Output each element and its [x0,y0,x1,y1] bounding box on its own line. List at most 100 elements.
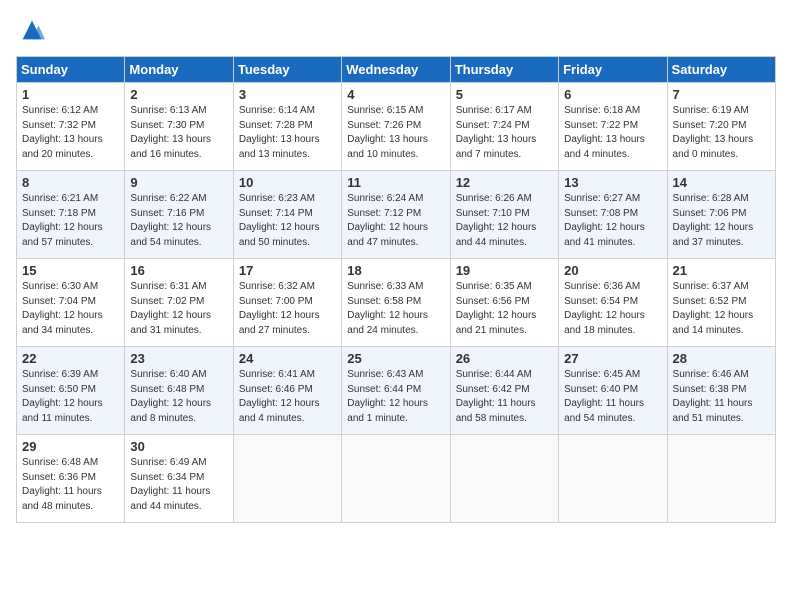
calendar-week-row: 29Sunrise: 6:48 AMSunset: 6:36 PMDayligh… [17,435,776,523]
day-info: Sunrise: 6:35 AMSunset: 6:56 PMDaylight:… [456,280,553,338]
calendar-cell: 19 Sunrise: 6:35 AMSunset: 6:56 PMDayligh… [450,259,558,347]
weekday-header: Thursday [450,57,558,83]
main-container: SundayMondayTuesdayWednesdayThursdayFrid… [0,0,792,531]
weekday-header: Wednesday [342,57,450,83]
day-info: Sunrise: 6:13 AMSunset: 7:30 PMDaylight:… [130,104,227,162]
calendar-week-row: 1 Sunrise: 6:12 AMSunset: 7:32 PMDaylight… [17,83,776,171]
calendar-cell: 7 Sunrise: 6:19 AMSunset: 7:20 PMDaylight… [667,83,775,171]
calendar-cell: 5Sunrise: 6:17 AMSunset: 7:24 PMDaylight… [450,83,558,171]
calendar-cell: 17 Sunrise: 6:32 AMSunset: 7:00 PMDayligh… [233,259,341,347]
weekday-header: Monday [125,57,233,83]
day-info: Sunrise: 6:40 AMSunset: 6:48 PMDaylight:… [130,368,227,426]
day-info: Sunrise: 6:33 AMSunset: 6:58 PMDaylight:… [347,280,444,338]
calendar-cell: 13Sunrise: 6:27 AMSunset: 7:08 PMDayligh… [559,171,667,259]
day-info: Sunrise: 6:15 AMSunset: 7:26 PMDaylight:… [347,104,444,162]
day-info: Sunrise: 6:43 AMSunset: 6:44 PMDaylight:… [347,368,444,426]
calendar-week-row: 15Sunrise: 6:30 AMSunset: 7:04 PMDayligh… [17,259,776,347]
day-info: Sunrise: 6:19 AMSunset: 7:20 PMDaylight:… [673,104,770,162]
day-info: Sunrise: 6:41 AMSunset: 6:46 PMDaylight:… [239,368,336,426]
day-info: Sunrise: 6:31 AMSunset: 7:02 PMDaylight:… [130,280,227,338]
day-number: 11 [347,175,444,190]
calendar-cell: 30 Sunrise: 6:49 AMSunset: 6:34 PMDayligh… [125,435,233,523]
calendar-cell: 14 Sunrise: 6:28 AMSunset: 7:06 PMDayligh… [667,171,775,259]
logo-icon [18,16,46,44]
day-info: Sunrise: 6:46 AMSunset: 6:38 PMDaylight:… [673,368,770,426]
day-number: 3 [239,87,336,102]
calendar-cell: 28 Sunrise: 6:46 AMSunset: 6:38 PMDayligh… [667,347,775,435]
calendar-cell: 16 Sunrise: 6:31 AMSunset: 7:02 PMDayligh… [125,259,233,347]
calendar-cell: 11 Sunrise: 6:24 AMSunset: 7:12 PMDayligh… [342,171,450,259]
calendar-cell [559,435,667,523]
weekday-header: Saturday [667,57,775,83]
day-info: Sunrise: 6:24 AMSunset: 7:12 PMDaylight:… [347,192,444,250]
header [16,16,776,44]
weekday-header: Tuesday [233,57,341,83]
calendar-cell: 25 Sunrise: 6:43 AMSunset: 6:44 PMDayligh… [342,347,450,435]
calendar-cell: 18 Sunrise: 6:33 AMSunset: 6:58 PMDayligh… [342,259,450,347]
day-info: Sunrise: 6:30 AMSunset: 7:04 PMDaylight:… [22,280,119,338]
calendar-cell: 4Sunrise: 6:15 AMSunset: 7:26 PMDaylight… [342,83,450,171]
calendar-week-row: 22 Sunrise: 6:39 AMSunset: 6:50 PMDayligh… [17,347,776,435]
day-number: 7 [673,87,770,102]
calendar-cell: 3 Sunrise: 6:14 AMSunset: 7:28 PMDaylight… [233,83,341,171]
day-info: Sunrise: 6:37 AMSunset: 6:52 PMDaylight:… [673,280,770,338]
day-info: Sunrise: 6:49 AMSunset: 6:34 PMDaylight:… [130,456,227,514]
calendar-cell: 12 Sunrise: 6:26 AMSunset: 7:10 PMDayligh… [450,171,558,259]
calendar-cell: 20Sunrise: 6:36 AMSunset: 6:54 PMDayligh… [559,259,667,347]
calendar-cell: 21 Sunrise: 6:37 AMSunset: 6:52 PMDayligh… [667,259,775,347]
calendar-cell: 6Sunrise: 6:18 AMSunset: 7:22 PMDaylight… [559,83,667,171]
day-info: Sunrise: 6:22 AMSunset: 7:16 PMDaylight:… [130,192,227,250]
day-info: Sunrise: 6:26 AMSunset: 7:10 PMDaylight:… [456,192,553,250]
calendar-cell [667,435,775,523]
day-info: Sunrise: 6:12 AMSunset: 7:32 PMDaylight:… [22,104,119,162]
day-number: 1 [22,87,119,102]
day-number: 25 [347,351,444,366]
calendar-cell: 10 Sunrise: 6:23 AMSunset: 7:14 PMDayligh… [233,171,341,259]
calendar-body: 1 Sunrise: 6:12 AMSunset: 7:32 PMDaylight… [17,83,776,523]
day-number: 14 [673,175,770,190]
calendar-cell: 26Sunrise: 6:44 AMSunset: 6:42 PMDayligh… [450,347,558,435]
calendar-cell: 2 Sunrise: 6:13 AMSunset: 7:30 PMDaylight… [125,83,233,171]
day-info: Sunrise: 6:17 AMSunset: 7:24 PMDaylight:… [456,104,553,162]
calendar-cell: 1 Sunrise: 6:12 AMSunset: 7:32 PMDaylight… [17,83,125,171]
calendar-cell [450,435,558,523]
weekday-header: Friday [559,57,667,83]
day-number: 17 [239,263,336,278]
calendar-cell: 27 Sunrise: 6:45 AMSunset: 6:40 PMDayligh… [559,347,667,435]
calendar-cell: 24 Sunrise: 6:41 AMSunset: 6:46 PMDayligh… [233,347,341,435]
day-number: 2 [130,87,227,102]
day-number: 13 [564,175,661,190]
day-info: Sunrise: 6:32 AMSunset: 7:00 PMDaylight:… [239,280,336,338]
day-number: 12 [456,175,553,190]
day-number: 30 [130,439,227,454]
day-number: 22 [22,351,119,366]
calendar-cell: 23 Sunrise: 6:40 AMSunset: 6:48 PMDayligh… [125,347,233,435]
calendar-cell: 9Sunrise: 6:22 AMSunset: 7:16 PMDaylight… [125,171,233,259]
calendar-cell: 8Sunrise: 6:21 AMSunset: 7:18 PMDaylight… [17,171,125,259]
day-number: 29 [22,439,119,454]
day-number: 10 [239,175,336,190]
day-number: 8 [22,175,119,190]
day-info: Sunrise: 6:28 AMSunset: 7:06 PMDaylight:… [673,192,770,250]
calendar: SundayMondayTuesdayWednesdayThursdayFrid… [16,56,776,523]
day-number: 26 [456,351,553,366]
day-info: Sunrise: 6:45 AMSunset: 6:40 PMDaylight:… [564,368,661,426]
day-number: 28 [673,351,770,366]
day-number: 27 [564,351,661,366]
day-info: Sunrise: 6:39 AMSunset: 6:50 PMDaylight:… [22,368,119,426]
day-number: 21 [673,263,770,278]
calendar-cell: 22 Sunrise: 6:39 AMSunset: 6:50 PMDayligh… [17,347,125,435]
day-number: 18 [347,263,444,278]
calendar-cell [233,435,341,523]
weekday-header: Sunday [17,57,125,83]
day-info: Sunrise: 6:23 AMSunset: 7:14 PMDaylight:… [239,192,336,250]
day-number: 23 [130,351,227,366]
day-number: 16 [130,263,227,278]
day-number: 24 [239,351,336,366]
calendar-cell: 15Sunrise: 6:30 AMSunset: 7:04 PMDayligh… [17,259,125,347]
day-number: 6 [564,87,661,102]
day-number: 20 [564,263,661,278]
day-number: 19 [456,263,553,278]
logo [16,16,46,44]
day-info: Sunrise: 6:14 AMSunset: 7:28 PMDaylight:… [239,104,336,162]
